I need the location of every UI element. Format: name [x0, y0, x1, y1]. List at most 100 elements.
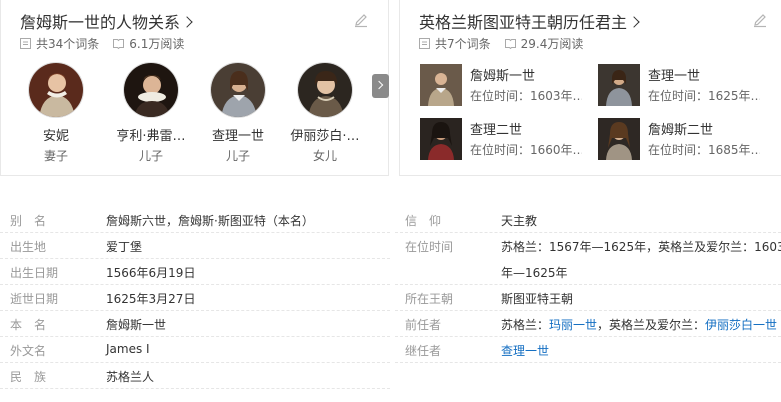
info-label: 本 名 — [10, 318, 47, 332]
row-divider — [395, 362, 781, 363]
person-relation: 妻子 — [43, 149, 68, 163]
monarch-reign: 在位时间：1660年… — [470, 143, 582, 157]
info-label: 所在王朝 — [405, 292, 454, 306]
person-name[interactable]: 安妮 — [19, 125, 93, 144]
info-value: 1566年6月19日 — [106, 266, 196, 280]
monarch-item-james-ii[interactable]: 詹姆斯二世 在位时间：1685年… — [598, 118, 773, 162]
row-divider — [0, 284, 390, 285]
info-value: 苏格兰：1567年—1625年，英格兰及爱尔兰：1603 — [501, 240, 781, 254]
link-elizabeth-i[interactable]: 伊丽莎白一世 — [705, 318, 777, 332]
person-name[interactable]: 查理一世 — [201, 125, 275, 144]
monarch-portrait[interactable] — [420, 64, 462, 106]
predecessor-prefix: 苏格兰： — [501, 318, 550, 332]
monarch-name[interactable]: 查理二世 — [470, 119, 522, 138]
monarchs-meta: 共7个词条 29.4万阅读 — [419, 35, 583, 52]
info-value: 1625年3月27日 — [106, 292, 196, 306]
link-charles-i[interactable]: 查理一世 — [501, 342, 549, 359]
info-row-dynasty: 所在王朝 斯图亚特王朝 — [395, 284, 781, 310]
info-value: 詹姆斯一世 — [106, 318, 167, 332]
info-label: 信 仰 — [405, 214, 442, 228]
person-name[interactable]: 伊丽莎白·… — [288, 125, 362, 144]
book-icon — [113, 39, 125, 49]
monarchs-read-count: 29.4万阅读 — [520, 37, 584, 51]
monarchs-card: 英格兰斯图亚特王朝历任君主 共7个词条 29.4万阅读 詹姆斯一世 在位时间：1… — [399, 0, 781, 176]
monarch-item-charles-ii[interactable]: 查理二世 在位时间：1660年… — [420, 118, 595, 162]
monarch-reign: 在位时间：1685年… — [648, 143, 760, 157]
avatar[interactable] — [28, 62, 84, 118]
info-value: 詹姆斯六世，詹姆斯·斯图亚特（本名） — [106, 214, 314, 228]
avatar[interactable] — [297, 62, 353, 118]
avatar[interactable] — [210, 62, 266, 118]
monarch-name[interactable]: 詹姆斯一世 — [470, 65, 535, 84]
info-value: 天主教 — [501, 214, 538, 228]
row-divider — [0, 388, 390, 389]
next-arrow-button[interactable] — [372, 74, 389, 98]
relations-meta: 共34个词条 6.1万阅读 — [20, 35, 184, 52]
info-label: 出生日期 — [10, 266, 59, 280]
monarch-portrait[interactable] — [598, 118, 640, 160]
row-divider — [0, 336, 390, 337]
info-label: 前任者 — [405, 318, 442, 332]
info-label: 逝世日期 — [10, 292, 59, 306]
relation-person-anne[interactable]: 安妮 妻子 — [19, 62, 93, 164]
info-value: 苏格兰人 — [106, 370, 155, 384]
info-row-birthdate: 出生日期 1566年6月19日 — [0, 258, 390, 284]
row-divider — [395, 336, 781, 337]
info-label: 继任者 — [405, 344, 442, 358]
document-icon — [20, 38, 31, 49]
monarch-name[interactable]: 詹姆斯二世 — [648, 119, 713, 138]
monarchs-card-title[interactable]: 英格兰斯图亚特王朝历任君主 — [419, 9, 640, 33]
row-divider — [395, 310, 781, 311]
row-divider — [0, 232, 390, 233]
info-label: 出生地 — [10, 240, 47, 254]
info-value: 爱丁堡 — [106, 240, 143, 254]
monarch-item-charles-i[interactable]: 查理一世 在位时间：1625年… — [598, 64, 773, 108]
info-row-alias: 别 名 詹姆斯六世，詹姆斯·斯图亚特（本名） — [0, 206, 390, 232]
link-mary-i[interactable]: 玛丽一世 — [549, 318, 597, 332]
info-row-faith: 信 仰 天主教 — [395, 206, 781, 232]
info-row-birthplace: 出生地 爱丁堡 — [0, 232, 390, 258]
info-row-foreign-name: 外文名 James I — [0, 336, 390, 362]
avatar[interactable] — [123, 62, 179, 118]
row-divider — [0, 258, 390, 259]
row-divider — [395, 232, 781, 233]
relations-card-title[interactable]: 詹姆斯一世的人物关系 — [20, 9, 193, 33]
relations-read-count: 6.1万阅读 — [129, 37, 185, 51]
relation-person-elizabeth[interactable]: 伊丽莎白·… 女儿 — [288, 62, 362, 164]
info-row-real-name: 本 名 詹姆斯一世 — [0, 310, 390, 336]
monarch-name[interactable]: 查理一世 — [648, 65, 700, 84]
person-relation: 儿子 — [225, 149, 250, 163]
info-value: 斯图亚特王朝 — [501, 292, 574, 306]
monarch-reign: 在位时间：1603年… — [470, 89, 582, 103]
info-value: James I — [106, 342, 150, 356]
info-value-continued: 年—1625年 — [501, 266, 568, 280]
chevron-right-icon — [181, 16, 193, 28]
relations-card: 詹姆斯一世的人物关系 共34个词条 6.1万阅读 安妮 妻子 亨利·弗雷… 儿子… — [0, 0, 389, 176]
info-label: 外文名 — [10, 344, 47, 358]
chevron-right-icon — [628, 16, 640, 28]
info-row-deathdate: 逝世日期 1625年3月27日 — [0, 284, 390, 310]
info-label: 民 族 — [10, 370, 47, 384]
monarch-portrait[interactable] — [420, 118, 462, 160]
relations-title-text[interactable]: 詹姆斯一世的人物关系 — [20, 13, 180, 32]
monarch-reign: 在位时间：1625年… — [648, 89, 760, 103]
person-relation: 儿子 — [138, 149, 163, 163]
pencil-edit-icon[interactable] — [353, 12, 369, 28]
info-label: 别 名 — [10, 214, 47, 228]
monarch-portrait[interactable] — [598, 64, 640, 106]
pencil-edit-icon[interactable] — [752, 12, 768, 28]
monarch-item-james-i[interactable]: 詹姆斯一世 在位时间：1603年… — [420, 64, 595, 108]
row-divider — [0, 310, 390, 311]
person-name[interactable]: 亨利·弗雷… — [114, 125, 188, 144]
relation-person-henry[interactable]: 亨利·弗雷… 儿子 — [114, 62, 188, 164]
document-icon — [419, 38, 430, 49]
person-relation: 女儿 — [312, 149, 337, 163]
book-icon — [504, 39, 516, 49]
info-row-predecessor: 前任者 苏格兰：玛丽一世，英格兰及爱尔兰：伊丽莎白一世 — [395, 310, 781, 336]
info-row-ethnicity: 民 族 苏格兰人 — [0, 362, 390, 388]
info-value: 苏格兰：玛丽一世，英格兰及爱尔兰：伊丽莎白一世 — [501, 316, 777, 333]
chevron-right-icon — [374, 80, 384, 90]
predecessor-middle: ，英格兰及爱尔兰： — [597, 318, 706, 332]
relation-person-charles[interactable]: 查理一世 儿子 — [201, 62, 275, 164]
monarchs-title-text[interactable]: 英格兰斯图亚特王朝历任君主 — [419, 13, 627, 32]
